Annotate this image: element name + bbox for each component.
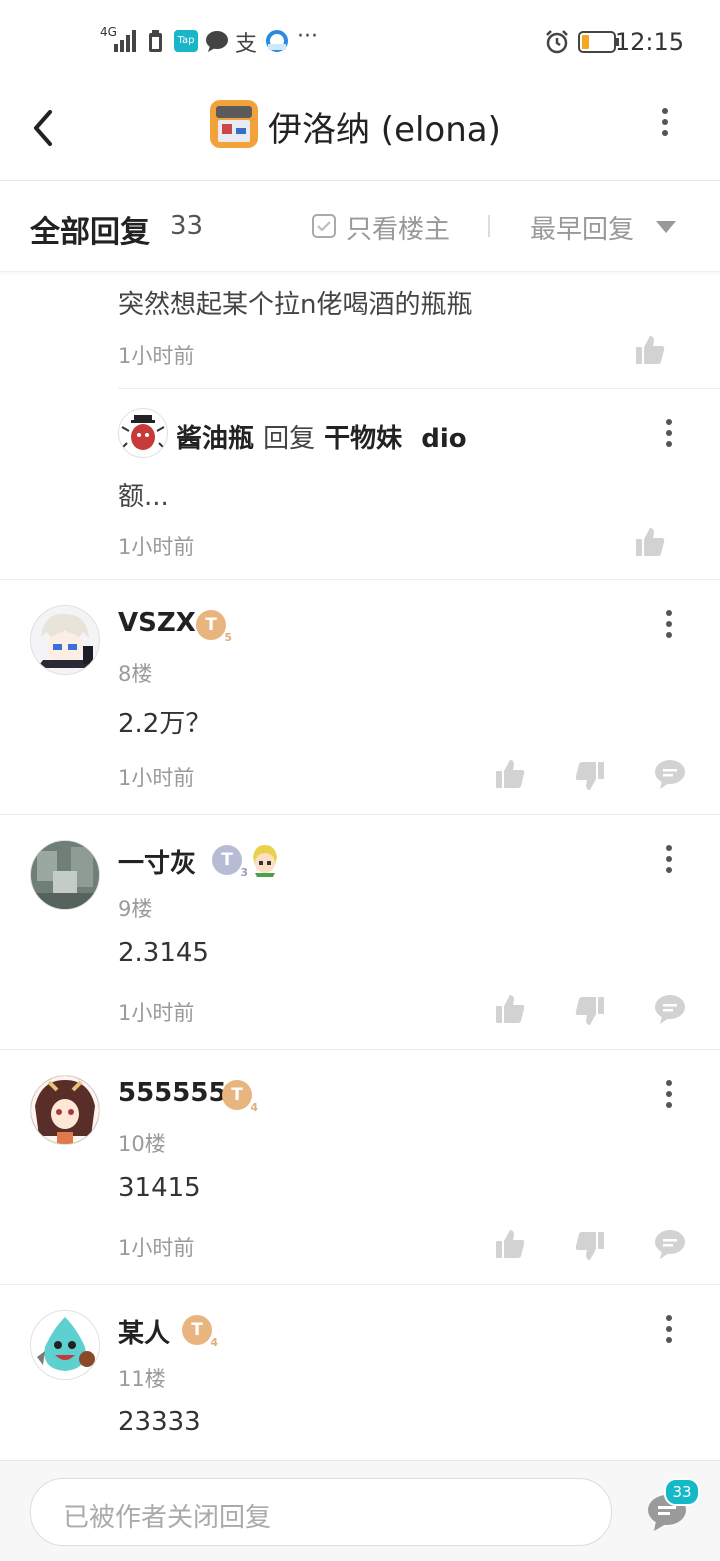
more-options-icon[interactable] bbox=[666, 845, 674, 878]
level-badge: T 4 bbox=[182, 1315, 218, 1348]
title-bar: 伊洛纳 (elona) bbox=[0, 80, 720, 181]
like-icon[interactable] bbox=[494, 758, 526, 790]
level-badge: T 4 bbox=[222, 1080, 258, 1113]
floor-number: 9楼 bbox=[118, 897, 153, 921]
more-options-icon[interactable] bbox=[666, 1315, 674, 1348]
reply-word: 回复 bbox=[263, 424, 316, 454]
alarm-icon bbox=[546, 30, 568, 54]
only-op-toggle[interactable]: 只看楼主 bbox=[346, 209, 450, 246]
message-icon bbox=[206, 31, 228, 52]
more-options-icon[interactable] bbox=[662, 108, 670, 141]
divider bbox=[0, 1284, 720, 1285]
reply-count: 33 bbox=[170, 211, 204, 241]
post-time: 1小时前 bbox=[118, 1001, 195, 1025]
character-badge-icon bbox=[253, 845, 277, 877]
signal-icon bbox=[114, 30, 136, 52]
post-content: 2.3145 bbox=[118, 938, 209, 968]
clock: 12:15 bbox=[614, 28, 684, 56]
battery-icon bbox=[578, 31, 619, 53]
divider bbox=[118, 388, 720, 389]
dislike-icon[interactable] bbox=[574, 1230, 606, 1262]
reply-target-name[interactable]: 干物妹 bbox=[324, 424, 402, 454]
divider bbox=[0, 1049, 720, 1050]
more-options-icon[interactable] bbox=[666, 610, 674, 643]
post-time: 1小时前 bbox=[118, 766, 195, 790]
badge-letter: T bbox=[191, 1320, 203, 1340]
divider bbox=[0, 579, 720, 580]
like-icon[interactable] bbox=[494, 993, 526, 1025]
badge-level: 5 bbox=[224, 631, 232, 644]
tab-all-replies[interactable]: 全部回复 bbox=[30, 207, 150, 251]
badge-level: 4 bbox=[210, 1336, 218, 1349]
level-badge: T 3 bbox=[212, 845, 248, 878]
sub-reply-header: 酱油瓶 回复 干物妹 dio bbox=[176, 418, 467, 455]
game-logo-icon[interactable] bbox=[208, 98, 260, 150]
avatar[interactable] bbox=[118, 408, 168, 458]
badge-letter: T bbox=[231, 1085, 243, 1105]
comment-icon[interactable] bbox=[654, 993, 686, 1025]
floor-number: 11楼 bbox=[118, 1367, 166, 1391]
divider bbox=[488, 215, 490, 237]
browser-icon bbox=[266, 30, 288, 52]
battery-small-icon bbox=[149, 30, 162, 52]
comment-count-badge: 33 bbox=[664, 1478, 700, 1506]
floor-number: 10楼 bbox=[118, 1132, 166, 1156]
like-icon[interactable] bbox=[494, 1228, 526, 1260]
avatar[interactable] bbox=[30, 1310, 100, 1380]
badge-letter: T bbox=[221, 850, 233, 870]
reply-text: 额... bbox=[118, 482, 169, 512]
username[interactable]: 一寸灰 bbox=[118, 843, 196, 880]
badge-level: 3 bbox=[240, 866, 248, 879]
checkbox-icon[interactable] bbox=[312, 214, 336, 238]
comment-icon[interactable] bbox=[654, 758, 686, 790]
reply-time: 1小时前 bbox=[118, 535, 195, 559]
more-options-icon[interactable] bbox=[666, 1080, 674, 1113]
post-content: 2.2万？ bbox=[118, 709, 212, 739]
reply-time: 1小时前 bbox=[118, 344, 195, 368]
level-badge: T 5 bbox=[196, 610, 232, 643]
back-arrow-icon[interactable] bbox=[30, 108, 56, 148]
post-time: 1小时前 bbox=[118, 1236, 195, 1260]
dislike-icon[interactable] bbox=[574, 995, 606, 1027]
bottom-bar: 已被作者关闭回复 33 bbox=[0, 1460, 720, 1561]
sort-dropdown[interactable]: 最早回复 bbox=[530, 209, 634, 246]
reply-text: 突然想起某个拉n佬喝酒的瓶瓶 bbox=[118, 290, 473, 320]
username[interactable]: 555555 bbox=[118, 1078, 227, 1108]
username[interactable]: 某人 bbox=[118, 1313, 170, 1350]
badge-letter: T bbox=[205, 615, 217, 635]
badge-level: 4 bbox=[250, 1101, 258, 1114]
alipay-icon: 支 bbox=[235, 32, 258, 57]
reply-target-suffix[interactable]: dio bbox=[421, 424, 466, 454]
floor-number: 8楼 bbox=[118, 662, 153, 686]
more-icon: ··· bbox=[297, 24, 318, 49]
like-icon[interactable] bbox=[634, 526, 666, 558]
comment-icon[interactable] bbox=[654, 1228, 686, 1260]
avatar[interactable] bbox=[30, 840, 100, 910]
avatar[interactable] bbox=[30, 605, 100, 675]
closed-placeholder: 已被作者关闭回复 bbox=[63, 1503, 272, 1533]
tap-icon: Tap bbox=[174, 30, 198, 52]
reply-input-disabled[interactable]: 已被作者关闭回复 bbox=[30, 1478, 612, 1546]
post-content: 31415 bbox=[118, 1173, 201, 1203]
divider bbox=[0, 814, 720, 815]
avatar[interactable] bbox=[30, 1075, 100, 1145]
like-icon[interactable] bbox=[634, 334, 666, 366]
triangle-down-icon[interactable] bbox=[656, 221, 676, 233]
page-title: 伊洛纳 (elona) bbox=[268, 110, 501, 150]
dislike-icon[interactable] bbox=[574, 760, 606, 792]
reply-filter-bar: 全部回复 33 只看楼主 最早回复 bbox=[0, 181, 720, 272]
status-bar: 4G Tap 支 ··· 12:15 bbox=[0, 0, 720, 80]
username[interactable]: VSZX bbox=[118, 608, 196, 638]
author-name[interactable]: 酱油瓶 bbox=[176, 424, 254, 454]
more-options-icon[interactable] bbox=[666, 419, 674, 452]
post-content: 23333 bbox=[118, 1407, 201, 1437]
